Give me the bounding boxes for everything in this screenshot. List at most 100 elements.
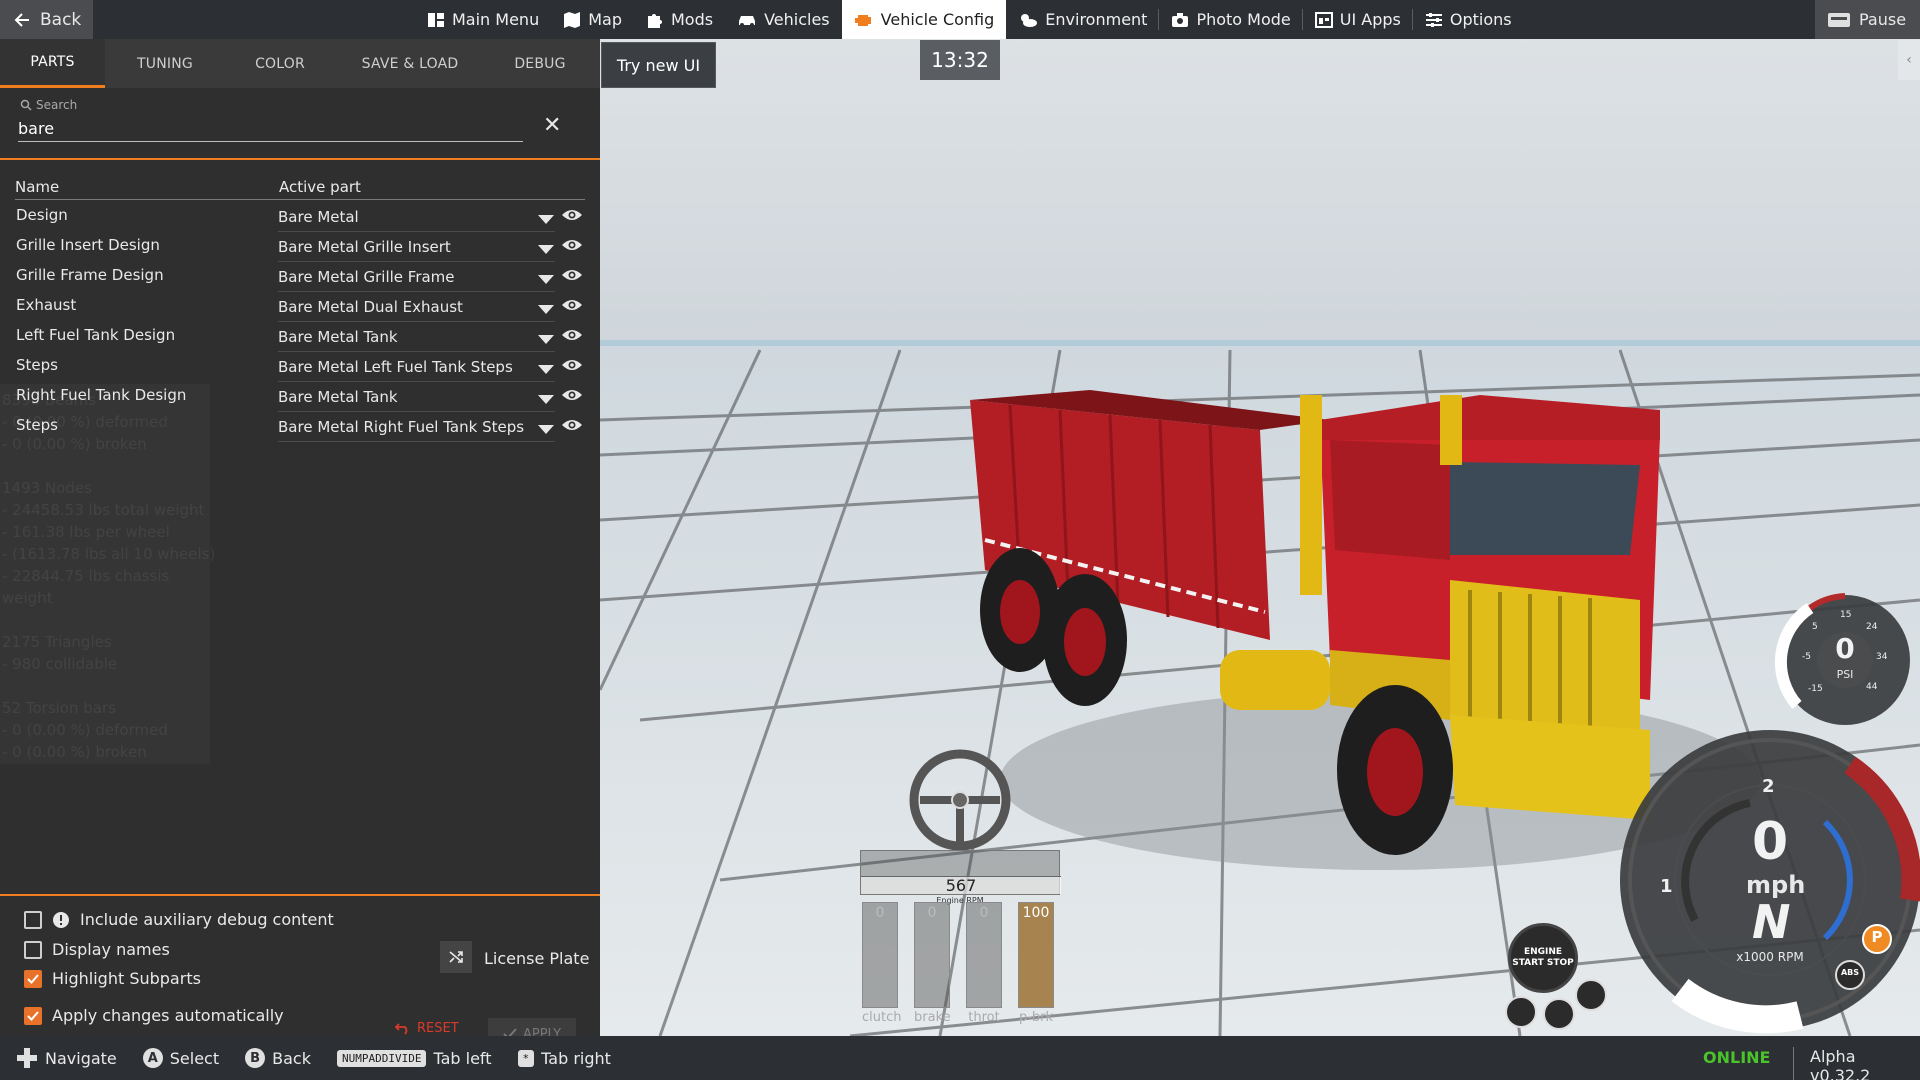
eye-icon[interactable]: [561, 268, 583, 282]
eye-icon[interactable]: [561, 208, 583, 222]
part-select[interactable]: Bare Metal Tank: [278, 388, 555, 412]
psi-tick-label: 5: [1812, 622, 1818, 632]
tab-debug[interactable]: DEBUG: [485, 39, 595, 88]
puzzle-icon: [646, 11, 664, 29]
search-input[interactable]: [18, 116, 523, 142]
part-select[interactable]: Bare Metal Grille Insert: [278, 238, 555, 262]
chevron-left-icon[interactable]: ‹: [1898, 40, 1920, 80]
chevron-down-icon[interactable]: [538, 245, 554, 254]
abs-indicator: ABS: [1840, 968, 1860, 977]
chevron-down-icon[interactable]: [538, 365, 554, 374]
part-select[interactable]: Bare Metal Dual Exhaust: [278, 298, 555, 322]
table-row: Exhaust Bare Metal Dual Exhaust: [0, 292, 600, 322]
pressure-value: 0: [1835, 632, 1855, 665]
rpm-display: 567: [860, 850, 1061, 895]
psi-tick-label: 44: [1866, 682, 1878, 692]
menu-item-mods[interactable]: Mods: [634, 0, 725, 39]
checkbox-checked[interactable]: [24, 1006, 42, 1025]
tab-parts[interactable]: PARTS: [0, 39, 105, 88]
hint-tab-left: NUMPADDIVIDE Tab left: [336, 1049, 492, 1068]
part-slot-name: Exhaust: [16, 296, 77, 314]
hint-label: Select: [169, 1048, 220, 1068]
chevron-down-icon[interactable]: [538, 305, 554, 314]
sliders-icon: [1425, 12, 1443, 28]
part-select[interactable]: Bare Metal Right Fuel Tank Steps: [278, 418, 555, 442]
parts-table: Design Bare Metal Grille Insert Design B…: [0, 202, 600, 442]
menu-item-vehicles[interactable]: Vehicles: [725, 0, 842, 39]
part-select[interactable]: Bare Metal Tank: [278, 328, 555, 352]
menu-item-vehicle-config[interactable]: Vehicle Config: [841, 0, 1007, 39]
chevron-down-icon[interactable]: [538, 425, 554, 434]
undo-icon: [395, 1022, 411, 1035]
throttle-pedal-bar: 0: [966, 902, 1002, 1008]
checkbox-checked[interactable]: [24, 969, 42, 988]
hint-select: A Select: [142, 1048, 220, 1068]
tab-color[interactable]: COLOR: [225, 39, 335, 88]
eye-icon[interactable]: [561, 418, 583, 432]
tab-tuning[interactable]: TUNING: [105, 39, 225, 88]
menu-item-photo-mode[interactable]: Photo Mode: [1159, 0, 1304, 39]
try-new-ui-button[interactable]: Try new UI: [601, 42, 716, 88]
b-button-icon: B: [245, 1048, 266, 1068]
psi-tick-label: -15: [1808, 684, 1823, 694]
menu-item-map[interactable]: Map: [551, 0, 634, 39]
part-select[interactable]: Bare Metal Left Fuel Tank Steps: [278, 358, 555, 382]
debug-stat-line: - 0 (0.00 %) broken: [2, 743, 147, 761]
apply-automatically-checkbox[interactable]: Apply changes automatically: [24, 1006, 284, 1025]
menu-item-options[interactable]: Options: [1413, 0, 1524, 39]
table-row: Steps Bare Metal Left Fuel Tank Steps: [0, 352, 600, 382]
close-icon[interactable]: ✕: [543, 113, 561, 138]
car-icon: [737, 13, 757, 27]
part-slot-name: Design: [16, 206, 68, 224]
part-slot-name: Left Fuel Tank Design: [16, 326, 176, 344]
dump-truck: [970, 390, 1760, 870]
online-status: ONLINE: [1703, 1048, 1771, 1067]
license-plate-label: License Plate: [484, 949, 590, 968]
back-label: Back: [40, 9, 82, 30]
display-names-checkbox[interactable]: Display names: [24, 940, 170, 959]
eye-icon[interactable]: [561, 358, 583, 372]
include-aux-debug-checkbox[interactable]: Include auxiliary debug content: [24, 910, 334, 929]
checkbox-label: Apply changes automatically: [52, 1006, 284, 1025]
rpm-tick-label: 2: [1762, 776, 1775, 797]
psi-tick-label: 24: [1866, 622, 1878, 632]
menu-item-main-menu[interactable]: Main Menu: [415, 0, 551, 39]
reset-button[interactable]: RESET: [395, 1021, 459, 1036]
eye-icon[interactable]: [561, 328, 583, 342]
tab-save-load[interactable]: SAVE & LOAD: [335, 39, 485, 88]
checkbox-label: Highlight Subparts: [52, 969, 201, 988]
config-tabs: PARTS TUNING COLOR SAVE & LOAD DEBUG: [0, 39, 600, 88]
license-plate-button[interactable]: [440, 941, 472, 973]
eye-icon[interactable]: [561, 298, 583, 312]
part-select[interactable]: Bare Metal Grille Frame: [278, 268, 555, 292]
pause-button[interactable]: Pause: [1815, 0, 1920, 39]
part-select[interactable]: Bare Metal: [278, 208, 555, 232]
main-menu: Main Menu Map Mods Vehicles Vehicle Conf…: [415, 0, 1524, 39]
eye-icon[interactable]: [561, 388, 583, 402]
weather-icon: [1018, 12, 1038, 28]
chevron-down-icon[interactable]: [538, 275, 554, 284]
part-slot-name: Right Fuel Tank Design: [16, 386, 187, 404]
checkbox[interactable]: [24, 910, 42, 929]
menu-item-ui-apps[interactable]: UI Apps: [1303, 0, 1413, 39]
parking-brake-indicator: P: [1871, 928, 1883, 946]
vehicle-config-panel: PARTS TUNING COLOR SAVE & LOAD DEBUG Sea…: [0, 39, 600, 1054]
menu-item-label: Vehicle Config: [880, 10, 995, 29]
reset-label: RESET: [417, 1021, 459, 1036]
back-button[interactable]: Back: [0, 0, 93, 39]
menu-item-label: Options: [1449, 10, 1512, 29]
chevron-down-icon[interactable]: [538, 335, 554, 344]
table-row: Steps Bare Metal Right Fuel Tank Steps: [0, 412, 600, 442]
chevron-down-icon[interactable]: [538, 395, 554, 404]
debug-stat-line: - 0 (0.00 %) deformed: [2, 721, 168, 739]
debug-stat-line: weight: [2, 589, 53, 607]
chevron-down-icon[interactable]: [538, 215, 554, 224]
shuffle-icon: [448, 949, 464, 965]
engine-start-stop-button[interactable]: ENGINE START STOP: [1508, 923, 1578, 993]
pedals-widget: 567 Engine RPM 0 0 0 100 clutch brake th…: [860, 850, 1061, 1030]
menu-item-environment[interactable]: Environment: [1006, 0, 1160, 39]
checkbox[interactable]: [24, 940, 42, 959]
highlight-subparts-checkbox[interactable]: Highlight Subparts: [24, 969, 201, 988]
checkbox-label: Include auxiliary debug content: [80, 910, 334, 929]
eye-icon[interactable]: [561, 238, 583, 252]
